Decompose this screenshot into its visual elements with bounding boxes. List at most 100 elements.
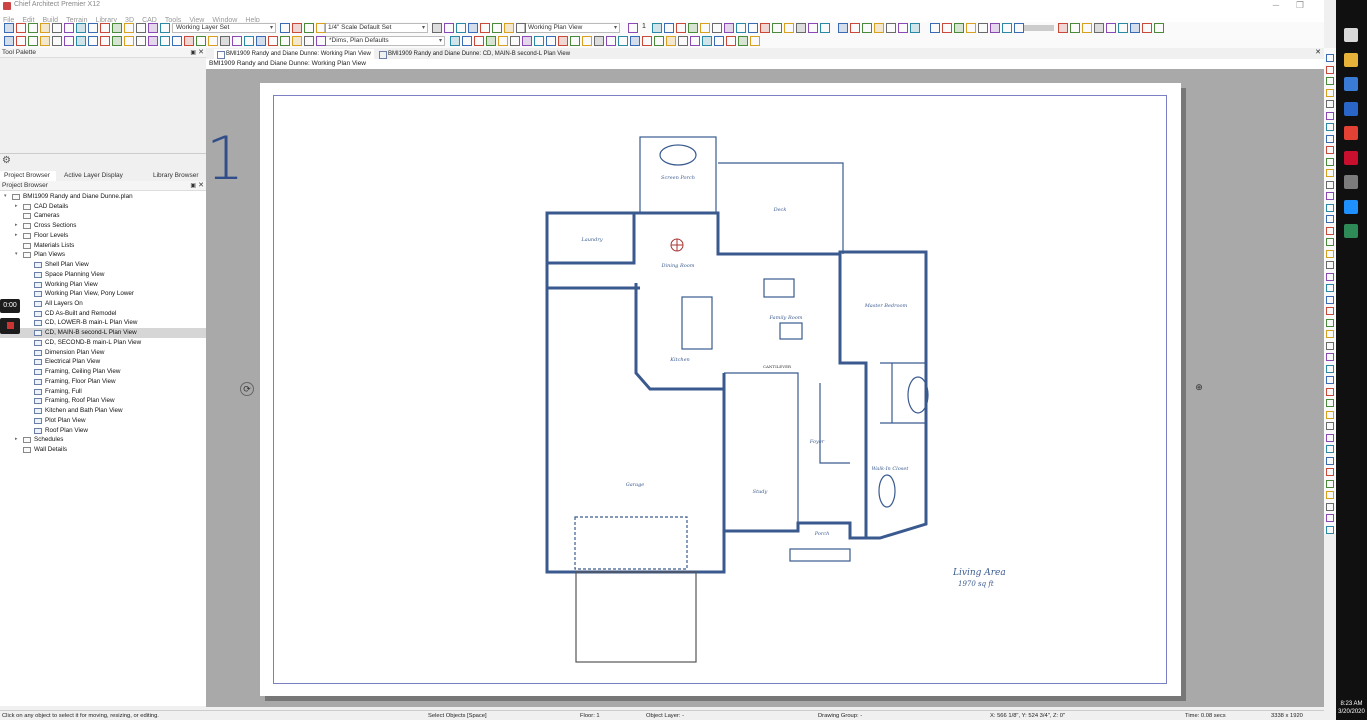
cad-tool-icon[interactable] (1326, 468, 1334, 476)
tree-folder-item[interactable]: ▸ Schedules (0, 435, 206, 445)
toolbar-tool-icon[interactable] (40, 36, 50, 46)
toolbar-tool-icon[interactable] (642, 36, 652, 46)
tree-plan-view-item[interactable]: Roof Plan View (0, 426, 206, 436)
toolbar-tool-icon[interactable] (486, 36, 496, 46)
toolbar-tool-icon[interactable] (462, 36, 472, 46)
cad-tool-icon[interactable] (1326, 330, 1334, 338)
toolbar-tool-icon[interactable] (196, 36, 206, 46)
tree-plan-view-item[interactable]: Framing, Ceiling Plan View (0, 367, 206, 377)
toolbar-tool-icon[interactable] (64, 23, 74, 33)
toolbar-tool-icon[interactable] (492, 23, 502, 33)
cad-tool-icon[interactable] (1326, 134, 1334, 143)
chief-architect-icon[interactable] (1344, 175, 1358, 189)
chrome-icon[interactable] (1344, 126, 1358, 140)
toolbar-tool-icon[interactable] (292, 36, 302, 46)
toolbar-tool-icon[interactable] (628, 23, 638, 33)
toolbar-tool-icon[interactable] (796, 23, 806, 33)
toolbar-tool-icon[interactable] (256, 36, 266, 46)
cad-tool-icon[interactable] (1326, 445, 1334, 453)
collapse-icon[interactable]: ▾ (15, 250, 18, 260)
toolbar-tool-icon[interactable] (760, 23, 770, 33)
close-icon[interactable]: ✕ (1315, 48, 1321, 56)
toolbar-tool-icon[interactable] (184, 36, 194, 46)
toolbar-tool-icon[interactable] (534, 36, 544, 46)
cad-tool-icon[interactable] (1326, 226, 1334, 235)
toolbar-tool-icon[interactable] (966, 23, 976, 33)
tab-cd-main-plan-view[interactable]: BMI1909 Randy and Diane Dunne: CD, MAIN-… (376, 49, 570, 59)
toolbar-tool-icon[interactable] (516, 23, 526, 33)
cad-tool-icon[interactable] (1326, 307, 1334, 315)
toolbar-tool-icon[interactable] (208, 36, 218, 46)
toolbar-tool-icon[interactable] (52, 36, 62, 46)
toolbar-tool-icon[interactable] (1154, 23, 1164, 33)
cad-tool-icon[interactable] (1326, 399, 1334, 407)
toolbar-tool-icon[interactable] (112, 36, 122, 46)
tree-plan-view-item[interactable]: CD, SECOND-B main-L Plan View (0, 338, 206, 348)
toolbar-tool-icon[interactable] (736, 23, 746, 33)
cad-tool-icon[interactable] (1326, 249, 1334, 258)
drawing-canvas[interactable]: Screen Porch Deck Laundry Dining Room Fa… (206, 69, 1324, 707)
toolbar-tool-icon[interactable] (100, 36, 110, 46)
tree-plan-view-item[interactable]: CD, LOWER-B main-L Plan View (0, 318, 206, 328)
tree-root[interactable]: ▾ BMI1909 Randy and Diane Dunne.plan (0, 192, 206, 202)
toolbar-tool-icon[interactable] (1094, 23, 1104, 33)
azure-icon[interactable] (1344, 199, 1358, 214)
toolbar-tool-icon[interactable] (820, 23, 830, 33)
toolbar-tool-icon[interactable] (726, 36, 736, 46)
toolbar-tool-icon[interactable] (630, 36, 640, 46)
toolbar-tool-icon[interactable] (606, 36, 616, 46)
toolbar-tool-icon[interactable] (40, 23, 50, 33)
tree-folder-item[interactable]: Wall Details (0, 445, 206, 455)
toolbar-tool-icon[interactable] (688, 23, 698, 33)
tree-plan-view-item[interactable]: Framing, Full (0, 387, 206, 397)
cad-tool-icon[interactable] (1326, 261, 1334, 269)
floor-plan[interactable]: Screen Porch Deck Laundry Dining Room Fa… (260, 83, 1181, 696)
cad-tool-icon[interactable] (1326, 514, 1334, 522)
tree-plan-view-item[interactable]: Electrical Plan View (0, 357, 206, 367)
minimize-button[interactable]: ─ (1266, 0, 1286, 10)
toolbar-tool-icon[interactable] (942, 23, 952, 33)
close-icon[interactable]: ✕ (198, 181, 204, 191)
expand-icon[interactable]: ▸ (15, 202, 18, 212)
expand-icon[interactable]: ▸ (15, 435, 18, 445)
cad-tool-icon[interactable] (1326, 123, 1334, 131)
toolbar-tool-icon[interactable] (52, 23, 62, 33)
plan-view-select[interactable]: Working Plan View (524, 23, 620, 33)
toolbar-tool-icon[interactable] (784, 23, 794, 33)
toolbar-tool-icon[interactable] (136, 23, 146, 33)
pin-icon[interactable]: ▣ (190, 181, 196, 191)
pin-icon[interactable]: ▣ (190, 48, 196, 58)
brave-icon[interactable] (1344, 150, 1358, 165)
tab-active-layer-display-options[interactable]: Active Layer Display Options ✕ (60, 171, 144, 189)
tree-plan-view-item[interactable]: CD As-Built and Remodel (0, 309, 206, 319)
cad-tool-icon[interactable] (1326, 341, 1334, 350)
cad-tool-icon[interactable] (1326, 376, 1334, 384)
cad-tool-icon[interactable] (1326, 433, 1334, 442)
toolbar-tool-icon[interactable] (618, 36, 628, 46)
cad-tool-icon[interactable] (1326, 180, 1334, 189)
toolbar-tool-icon[interactable] (432, 23, 442, 33)
toolbar-tool-icon[interactable] (690, 36, 700, 46)
cad-tool-icon[interactable] (1326, 502, 1334, 511)
toolbar-tool-icon[interactable] (292, 23, 302, 33)
toolbar-tool-icon[interactable] (450, 36, 460, 46)
toolbar-tool-icon[interactable] (1014, 23, 1024, 33)
toolbar-tool-icon[interactable] (280, 36, 290, 46)
cad-tool-icon[interactable] (1326, 410, 1334, 419)
toolbar-tool-icon[interactable] (316, 23, 326, 33)
toolbar-tool-icon[interactable] (28, 36, 38, 46)
toolbar-tool-icon[interactable] (700, 23, 710, 33)
toolbar-tool-icon[interactable] (570, 36, 580, 46)
toolbar-tool-icon[interactable] (954, 23, 964, 33)
toolbar-tool-icon[interactable] (148, 36, 158, 46)
toolbar-tool-icon[interactable] (28, 23, 38, 33)
toolbar-tool-icon[interactable] (172, 36, 182, 46)
gear-icon[interactable]: ⚙ (2, 156, 12, 166)
cad-tool-icon[interactable] (1326, 422, 1334, 430)
toolbar-tool-icon[interactable] (546, 36, 556, 46)
toolbar-tool-icon[interactable] (304, 23, 314, 33)
cad-tool-icon[interactable] (1326, 65, 1334, 74)
toolbar-tool-icon[interactable] (456, 23, 466, 33)
toolbar-tool-icon[interactable] (898, 23, 908, 33)
toolbar-tool-icon[interactable] (4, 36, 14, 46)
